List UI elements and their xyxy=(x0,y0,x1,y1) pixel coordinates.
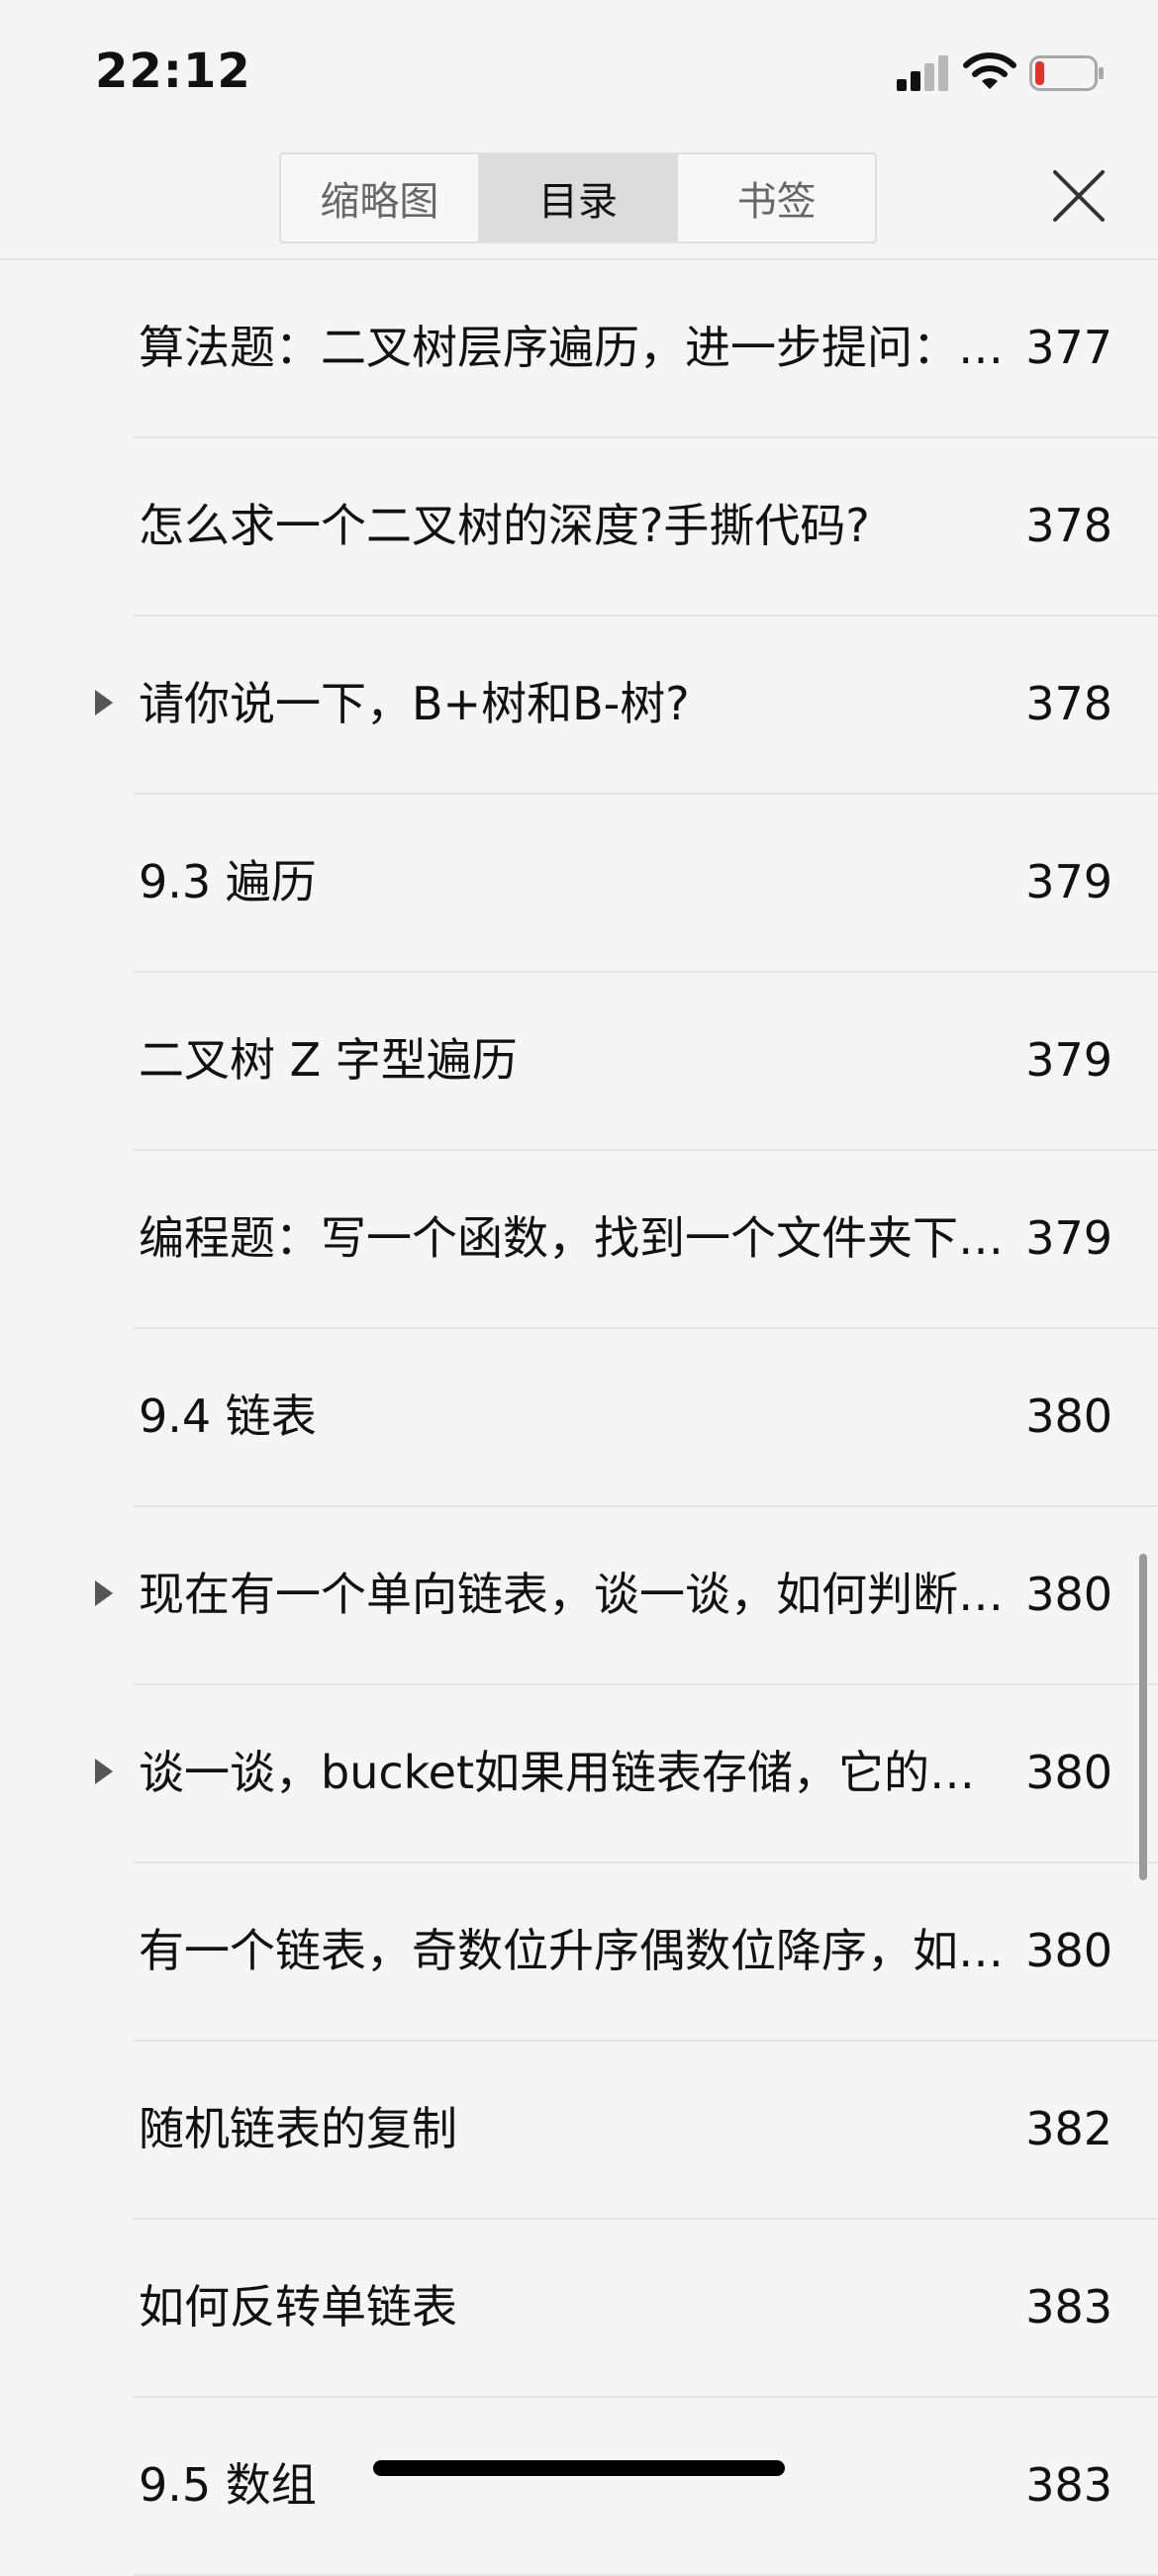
toc-item-title: 现在有一个单向链表，谈一谈，如何判断链表中是否有环 xyxy=(139,1568,1010,1621)
scrollbar[interactable] xyxy=(1139,1554,1147,1880)
toc-item[interactable]: 9.3 遍历 379 xyxy=(0,795,1158,973)
toc-item-title: 有一个链表，奇数位升序偶数位降序，如何将链表变成升序 xyxy=(139,1924,1010,1977)
toc-item-title: 9.3 遍历 xyxy=(139,855,317,908)
toc-item-title: 二叉树 Z 字型遍历 xyxy=(139,1033,518,1087)
expand-arrow-icon[interactable] xyxy=(95,690,113,716)
view-segmented-control: 缩略图 目录 书签 xyxy=(279,152,877,243)
toc-header: 缩略图 目录 书签 xyxy=(0,148,1158,260)
tab-thumbnails[interactable]: 缩略图 xyxy=(281,154,480,241)
toc-item-page-number: 380 xyxy=(1025,1924,1112,1977)
status-bar: 22:12 xyxy=(0,0,1158,148)
toc-item-page-number: 379 xyxy=(1025,1033,1112,1087)
status-time: 22:12 xyxy=(95,44,251,99)
wifi-icon xyxy=(963,52,1016,89)
toc-item-page-number: 382 xyxy=(1025,2102,1112,2155)
toc-list: 算法题：二叉树层序遍历，进一步提问：要求每层打印出一个换行符 377 怎么求一个二叉… xyxy=(0,260,1158,2576)
cellular-signal-icon xyxy=(897,51,952,91)
toc-item[interactable]: 算法题：二叉树层序遍历，进一步提问：要求每层打印出一个换行符 377 xyxy=(0,260,1158,438)
toc-item-title: 请你说一下，B+树和B-树? xyxy=(139,677,690,730)
toc-item-page-number: 383 xyxy=(1025,2458,1112,2512)
toc-item[interactable]: 谈一谈，bucket如果用链表存储，它的缺点是什么 380 xyxy=(0,1685,1158,1863)
battery-icon xyxy=(1029,55,1104,91)
toc-item-page-number: 380 xyxy=(1025,1389,1112,1443)
toc-item-page-number: 380 xyxy=(1025,1568,1112,1621)
toc-item-page-number: 379 xyxy=(1025,1211,1112,1265)
toc-item-title: 谈一谈，bucket如果用链表存储，它的缺点是什么 xyxy=(139,1746,1010,1799)
close-icon[interactable] xyxy=(1049,166,1109,226)
toc-item-page-number: 378 xyxy=(1025,499,1112,552)
toc-item-page-number: 380 xyxy=(1025,1746,1112,1799)
toc-item-title: 算法题：二叉树层序遍历，进一步提问：要求每层打印出一个换行符 xyxy=(139,321,1010,374)
toc-item-title: 怎么求一个二叉树的深度?手撕代码? xyxy=(139,499,870,552)
toc-item[interactable]: 随机链表的复制 382 xyxy=(0,2042,1158,2220)
toc-item-title: 9.4 链表 xyxy=(139,1389,317,1443)
toc-item-page-number: 377 xyxy=(1025,321,1112,374)
toc-item[interactable]: 9.4 链表 380 xyxy=(0,1329,1158,1507)
expand-arrow-icon[interactable] xyxy=(95,1580,113,1606)
home-indicator[interactable] xyxy=(373,2460,785,2476)
tab-bookmarks[interactable]: 书签 xyxy=(678,154,875,241)
expand-arrow-icon[interactable] xyxy=(95,1759,113,1784)
toc-item[interactable]: 9.5 数组 383 xyxy=(0,2398,1158,2576)
toc-item[interactable]: 有一个链表，奇数位升序偶数位降序，如何将链表变成升序 380 xyxy=(0,1863,1158,2042)
toc-item-title: 随机链表的复制 xyxy=(139,2102,457,2155)
toc-item[interactable]: 现在有一个单向链表，谈一谈，如何判断链表中是否有环 380 xyxy=(0,1507,1158,1685)
toc-item[interactable]: 怎么求一个二叉树的深度?手撕代码? 378 xyxy=(0,438,1158,617)
toc-item[interactable]: 请你说一下，B+树和B-树? 378 xyxy=(0,617,1158,795)
toc-item-page-number: 383 xyxy=(1025,2280,1112,2334)
toc-item-title: 如何反转单链表 xyxy=(139,2280,457,2334)
toc-item-title: 编程题：写一个函数，找到一个文件夹下所有文件 xyxy=(139,1211,1010,1265)
toc-item[interactable]: 二叉树 Z 字型遍历 379 xyxy=(0,973,1158,1151)
toc-item[interactable]: 如何反转单链表 383 xyxy=(0,2220,1158,2398)
tab-contents[interactable]: 目录 xyxy=(479,154,679,241)
toc-item[interactable]: 编程题：写一个函数，找到一个文件夹下所有文件 379 xyxy=(0,1151,1158,1329)
toc-item-page-number: 378 xyxy=(1025,677,1112,730)
toc-item-page-number: 379 xyxy=(1025,855,1112,908)
